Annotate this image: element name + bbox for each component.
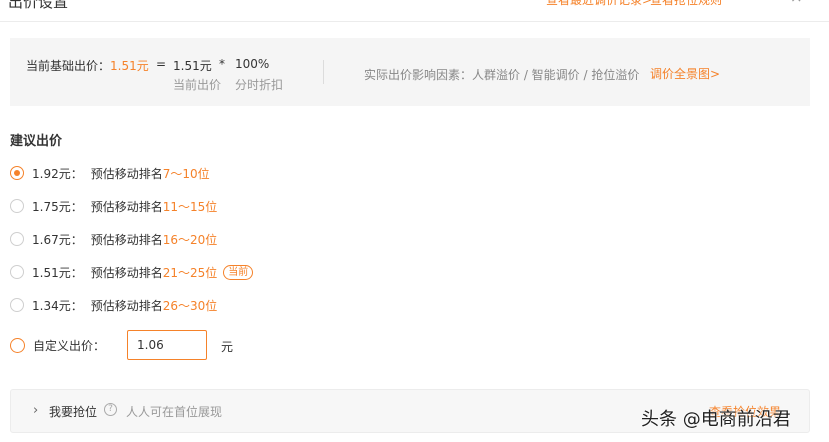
dialog-title: 出价设置: [8, 0, 69, 11]
option-rank: 11～15位: [162, 199, 218, 214]
radio-icon[interactable]: [10, 337, 25, 353]
option-price: 1.75元：: [32, 199, 83, 214]
bid-history-link[interactable]: 查看最近调价记录>: [546, 0, 652, 8]
grab-rules-link[interactable]: 查看抢位规则: [650, 0, 722, 8]
custom-bid-label: 自定义出价：: [33, 338, 106, 353]
bid-option[interactable]: 1.75元： 预估移动排名 11～15位: [10, 197, 217, 215]
base-bid-prefix: 当前基础出价：: [26, 59, 111, 73]
radio-icon[interactable]: [10, 199, 24, 213]
option-estimate-label: 预估移动排名: [90, 265, 163, 280]
option-price: 1.34元：: [32, 298, 83, 313]
discount-caption: 分时折扣: [235, 78, 284, 92]
radio-icon[interactable]: [10, 265, 24, 279]
base-bid-value: 1.51元: [110, 59, 149, 73]
custom-bid-unit: 元: [221, 340, 234, 354]
option-rank: 16～20位: [162, 232, 218, 247]
current-price-caption: 当前出价: [173, 78, 222, 92]
option-price: 1.67元：: [32, 232, 83, 247]
equals-sign: =: [156, 57, 167, 71]
bid-option[interactable]: 1.34元： 预估移动排名 26～30位: [10, 296, 217, 314]
help-icon[interactable]: ?: [104, 403, 117, 416]
base-bid-label: 当前基础出价：1.51元: [26, 57, 149, 74]
bid-option[interactable]: 1.67元： 预估移动排名 16～20位: [10, 230, 217, 248]
bid-option[interactable]: 1.51元： 预估移动排名 21～25位 当前: [10, 263, 254, 281]
custom-bid-row: 自定义出价： 元: [10, 330, 233, 360]
radio-checked-icon[interactable]: [10, 166, 24, 180]
radio-icon[interactable]: [10, 232, 24, 246]
grab-position-title[interactable]: 我要抢位: [49, 403, 97, 420]
custom-bid-input[interactable]: [127, 330, 207, 360]
option-estimate-label: 预估移动排名: [90, 166, 163, 181]
radio-icon[interactable]: [10, 298, 24, 312]
bid-factors-text: 实际出价影响因素：人群溢价 / 智能调价 / 抢位溢价: [364, 68, 640, 82]
bid-option[interactable]: 1.92元： 预估移动排名 7～10位: [10, 164, 210, 182]
current-price-value: 1.51元: [173, 59, 212, 73]
option-estimate-label: 预估移动排名: [90, 232, 163, 247]
option-rank: 7～10位: [162, 166, 210, 181]
chevron-right-icon[interactable]: ›: [33, 403, 38, 418]
suggest-bid-title: 建议出价: [10, 134, 63, 149]
current-badge: 当前: [223, 264, 254, 280]
option-price: 1.51元：: [32, 265, 83, 280]
summary-divider: [323, 60, 324, 84]
panorama-link[interactable]: 调价全景图>: [650, 65, 720, 82]
option-rank: 21～25位: [162, 265, 218, 280]
option-estimate-label: 预估移动排名: [90, 199, 163, 214]
option-rank: 26～30位: [162, 298, 218, 313]
option-price: 1.92元：: [32, 166, 83, 181]
discount-value: 100%: [235, 57, 270, 71]
grab-position-desc: 人人可在首位展现: [126, 405, 223, 419]
watermark: 头条 @电商前沿君: [641, 409, 791, 430]
option-estimate-label: 预估移动排名: [90, 298, 163, 313]
dialog-header: 出价设置 查看最近调价记录> 查看抢位规则 ×: [0, 0, 829, 22]
bid-summary-panel: 当前基础出价：1.51元 = 1.51元 * 100% 当前出价 分时折扣 实际…: [10, 38, 810, 106]
multiply-sign: *: [219, 57, 225, 71]
close-icon[interactable]: ×: [790, 0, 803, 6]
